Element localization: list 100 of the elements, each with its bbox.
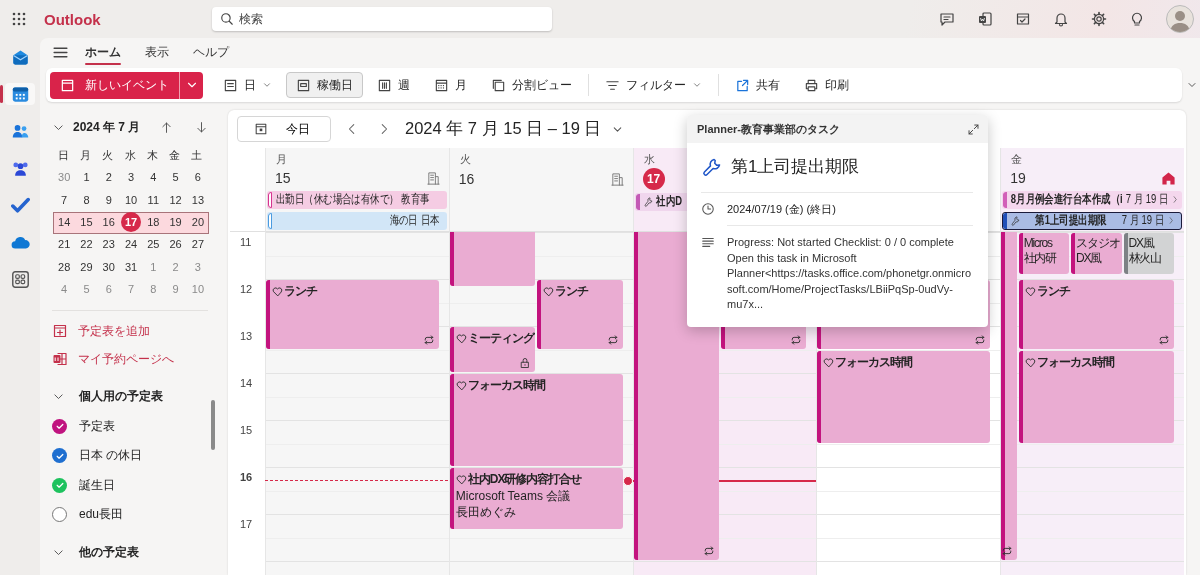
calendar-name[interactable]: edu長田 — [79, 506, 124, 524]
search-field[interactable]: 検索 — [212, 7, 552, 31]
event-title: 8月月例会進行台本作成（i — [1011, 193, 1123, 206]
sidebar-link[interactable]: マイ予約ページへ — [52, 345, 174, 374]
calendar-day[interactable]: 5 — [165, 167, 186, 188]
toolbar-button[interactable]: フィルター — [595, 72, 712, 98]
calendar-event[interactable]: フォーカス時間 — [817, 350, 991, 443]
calendar-event[interactable]: スタジオ DX風 — [1071, 233, 1122, 275]
calendar-day[interactable]: 18 — [143, 211, 164, 232]
toolbar-button[interactable]: 週 — [367, 72, 420, 98]
hour-label: 12 — [239, 282, 254, 297]
calendar-event[interactable]: ミーティング — [449, 327, 536, 372]
hour-label: 15 — [239, 423, 254, 438]
calendar-day[interactable]: 12 — [165, 189, 186, 210]
event-title: 第1上司提出期限 — [1035, 214, 1107, 227]
today-button[interactable]: 今日 — [237, 116, 331, 142]
calendar-day[interactable]: 19 — [165, 211, 186, 232]
calendar-day[interactable]: 16 — [98, 211, 119, 232]
weekday-label: 水 — [643, 153, 655, 165]
calendar-day[interactable]: 31 — [121, 256, 142, 277]
day-number[interactable]: 19 — [1010, 170, 1026, 186]
weekday-label: 木 — [145, 148, 159, 163]
calendar-day[interactable]: 6 — [187, 167, 208, 188]
calendar-day[interactable]: 24 — [121, 234, 142, 255]
event-title: ランチ — [543, 283, 622, 300]
calendar-day[interactable]: 21 — [54, 234, 75, 255]
event-date: 7 月 19 日 — [1125, 193, 1169, 206]
event-detail: 社内研 — [1023, 251, 1058, 265]
calendar-day[interactable]: 30 — [98, 256, 119, 277]
calendar-day[interactable]: 27 — [187, 234, 208, 255]
calendar-event[interactable]: DX風 林火山 — [1123, 233, 1174, 275]
event-detail: スタジオ — [1076, 236, 1121, 250]
event-title: フォーカス時間 — [455, 377, 622, 394]
ribbon-tab[interactable]: 表示 — [137, 39, 177, 65]
all-day-event[interactable]: 第1上司提出期限 7 月 19 日 — [1002, 212, 1182, 230]
new-event-button[interactable]: 新しいイベント — [50, 71, 179, 99]
event-title: 海の日 日本 — [389, 214, 440, 227]
calendar-day[interactable]: 23 — [98, 234, 119, 255]
calendar-day[interactable]: 8 — [76, 189, 97, 210]
toolbar-button[interactable]: 稼働日 — [286, 72, 363, 98]
weekday-label: 日 — [56, 148, 70, 163]
toolbar-button[interactable]: 日 — [213, 72, 282, 98]
event-title: ランチ — [1024, 283, 1173, 300]
calendar-day[interactable]: 28 — [54, 256, 75, 277]
calendar-day[interactable]: 2 — [98, 167, 119, 188]
event-title: 社内DX研修内容打合せ — [455, 471, 622, 488]
calendar-day[interactable]: 29 — [76, 256, 97, 277]
calendar-name[interactable]: 誕生日 — [79, 476, 115, 494]
calendar-day[interactable]: 13 — [187, 189, 208, 210]
day-number[interactable]: 16 — [458, 171, 475, 187]
toolbar-button[interactable]: 共有 — [725, 72, 790, 98]
calendar-name[interactable]: 予定表 — [79, 417, 115, 435]
calendar-day[interactable]: 17 — [121, 211, 142, 232]
calendar-day[interactable]: 4 — [143, 167, 164, 188]
calendar-day[interactable]: 7 — [54, 189, 75, 210]
all-day-event[interactable]: 海の日 日本 — [267, 212, 447, 230]
calendar-event[interactable]: Micros 社内研 — [1018, 233, 1070, 275]
hour-label: 16 — [239, 470, 254, 485]
weekday-label: 土 — [190, 148, 204, 163]
calendar-event[interactable]: ランチ — [266, 280, 439, 349]
calendar-day[interactable]: 9 — [98, 189, 119, 210]
weekday-label: 金 — [1011, 153, 1023, 165]
calendar-day[interactable]: 14 — [54, 211, 75, 232]
ribbon-tab[interactable]: ヘルプ — [185, 39, 237, 65]
calendar-day[interactable]: 3 — [121, 167, 142, 188]
calendar-event[interactable]: ランチ — [537, 280, 623, 349]
calendar-day[interactable]: 20 — [187, 211, 208, 232]
calendar-event[interactable]: 社内DX研修内容打合せ Microsoft Teams 会議 長田めぐみ — [449, 468, 623, 529]
section-title[interactable]: 他の予定表 — [79, 543, 139, 561]
event-detail: Micros — [1023, 236, 1054, 250]
toolbar-button[interactable]: 月 — [424, 72, 477, 98]
hour-label: 13 — [239, 329, 254, 344]
toolbar-button[interactable]: 印刷 — [794, 72, 859, 98]
section-title[interactable]: 個人用の予定表 — [79, 387, 163, 405]
weekday-label: 月 — [78, 148, 92, 163]
day-number[interactable]: 15 — [275, 170, 291, 186]
calendar-name[interactable]: 日本 の休日 — [79, 447, 143, 465]
calendar-day[interactable]: 26 — [165, 234, 186, 255]
calendar-day[interactable]: 25 — [143, 234, 164, 255]
event-title: 社内D — [656, 195, 682, 208]
event-detail: 林火山 — [1128, 251, 1162, 265]
calendar-day[interactable]: 22 — [76, 234, 97, 255]
calendar-day[interactable]: 1 — [76, 167, 97, 188]
day-number[interactable]: 17 — [642, 168, 665, 190]
sidebar-link[interactable]: 予定表を追加 — [52, 317, 150, 346]
calendar-event[interactable]: ランチ — [1018, 280, 1174, 349]
calendar-day[interactable]: 10 — [121, 189, 142, 210]
calendar-day[interactable]: 11 — [143, 189, 164, 210]
all-day-event[interactable]: 8月月例会進行台本作成（i 7 月 19 日 — [1002, 191, 1182, 209]
calendar-event[interactable]: フォーカス時間 — [449, 374, 623, 466]
ribbon-tab[interactable]: ホーム — [77, 39, 129, 65]
event-title: フォーカス時間 — [1024, 353, 1173, 371]
all-day-event[interactable]: 出勤日（休む場合は有休で） 教育事 — [267, 191, 447, 209]
event-date: 2024/07/19 (金) (終日) — [727, 202, 836, 217]
date-range[interactable]: 2024 年 7 月 15 日 – 19 日 — [405, 118, 602, 140]
popover-header: Planner-教育事業部のタスク — [697, 121, 840, 137]
toolbar-button[interactable]: 分割ビュー — [481, 72, 582, 98]
calendar-event[interactable]: フォーカス時間 — [1018, 350, 1174, 443]
event-detail: DX風 — [1128, 236, 1156, 250]
calendar-day[interactable]: 15 — [76, 211, 97, 232]
